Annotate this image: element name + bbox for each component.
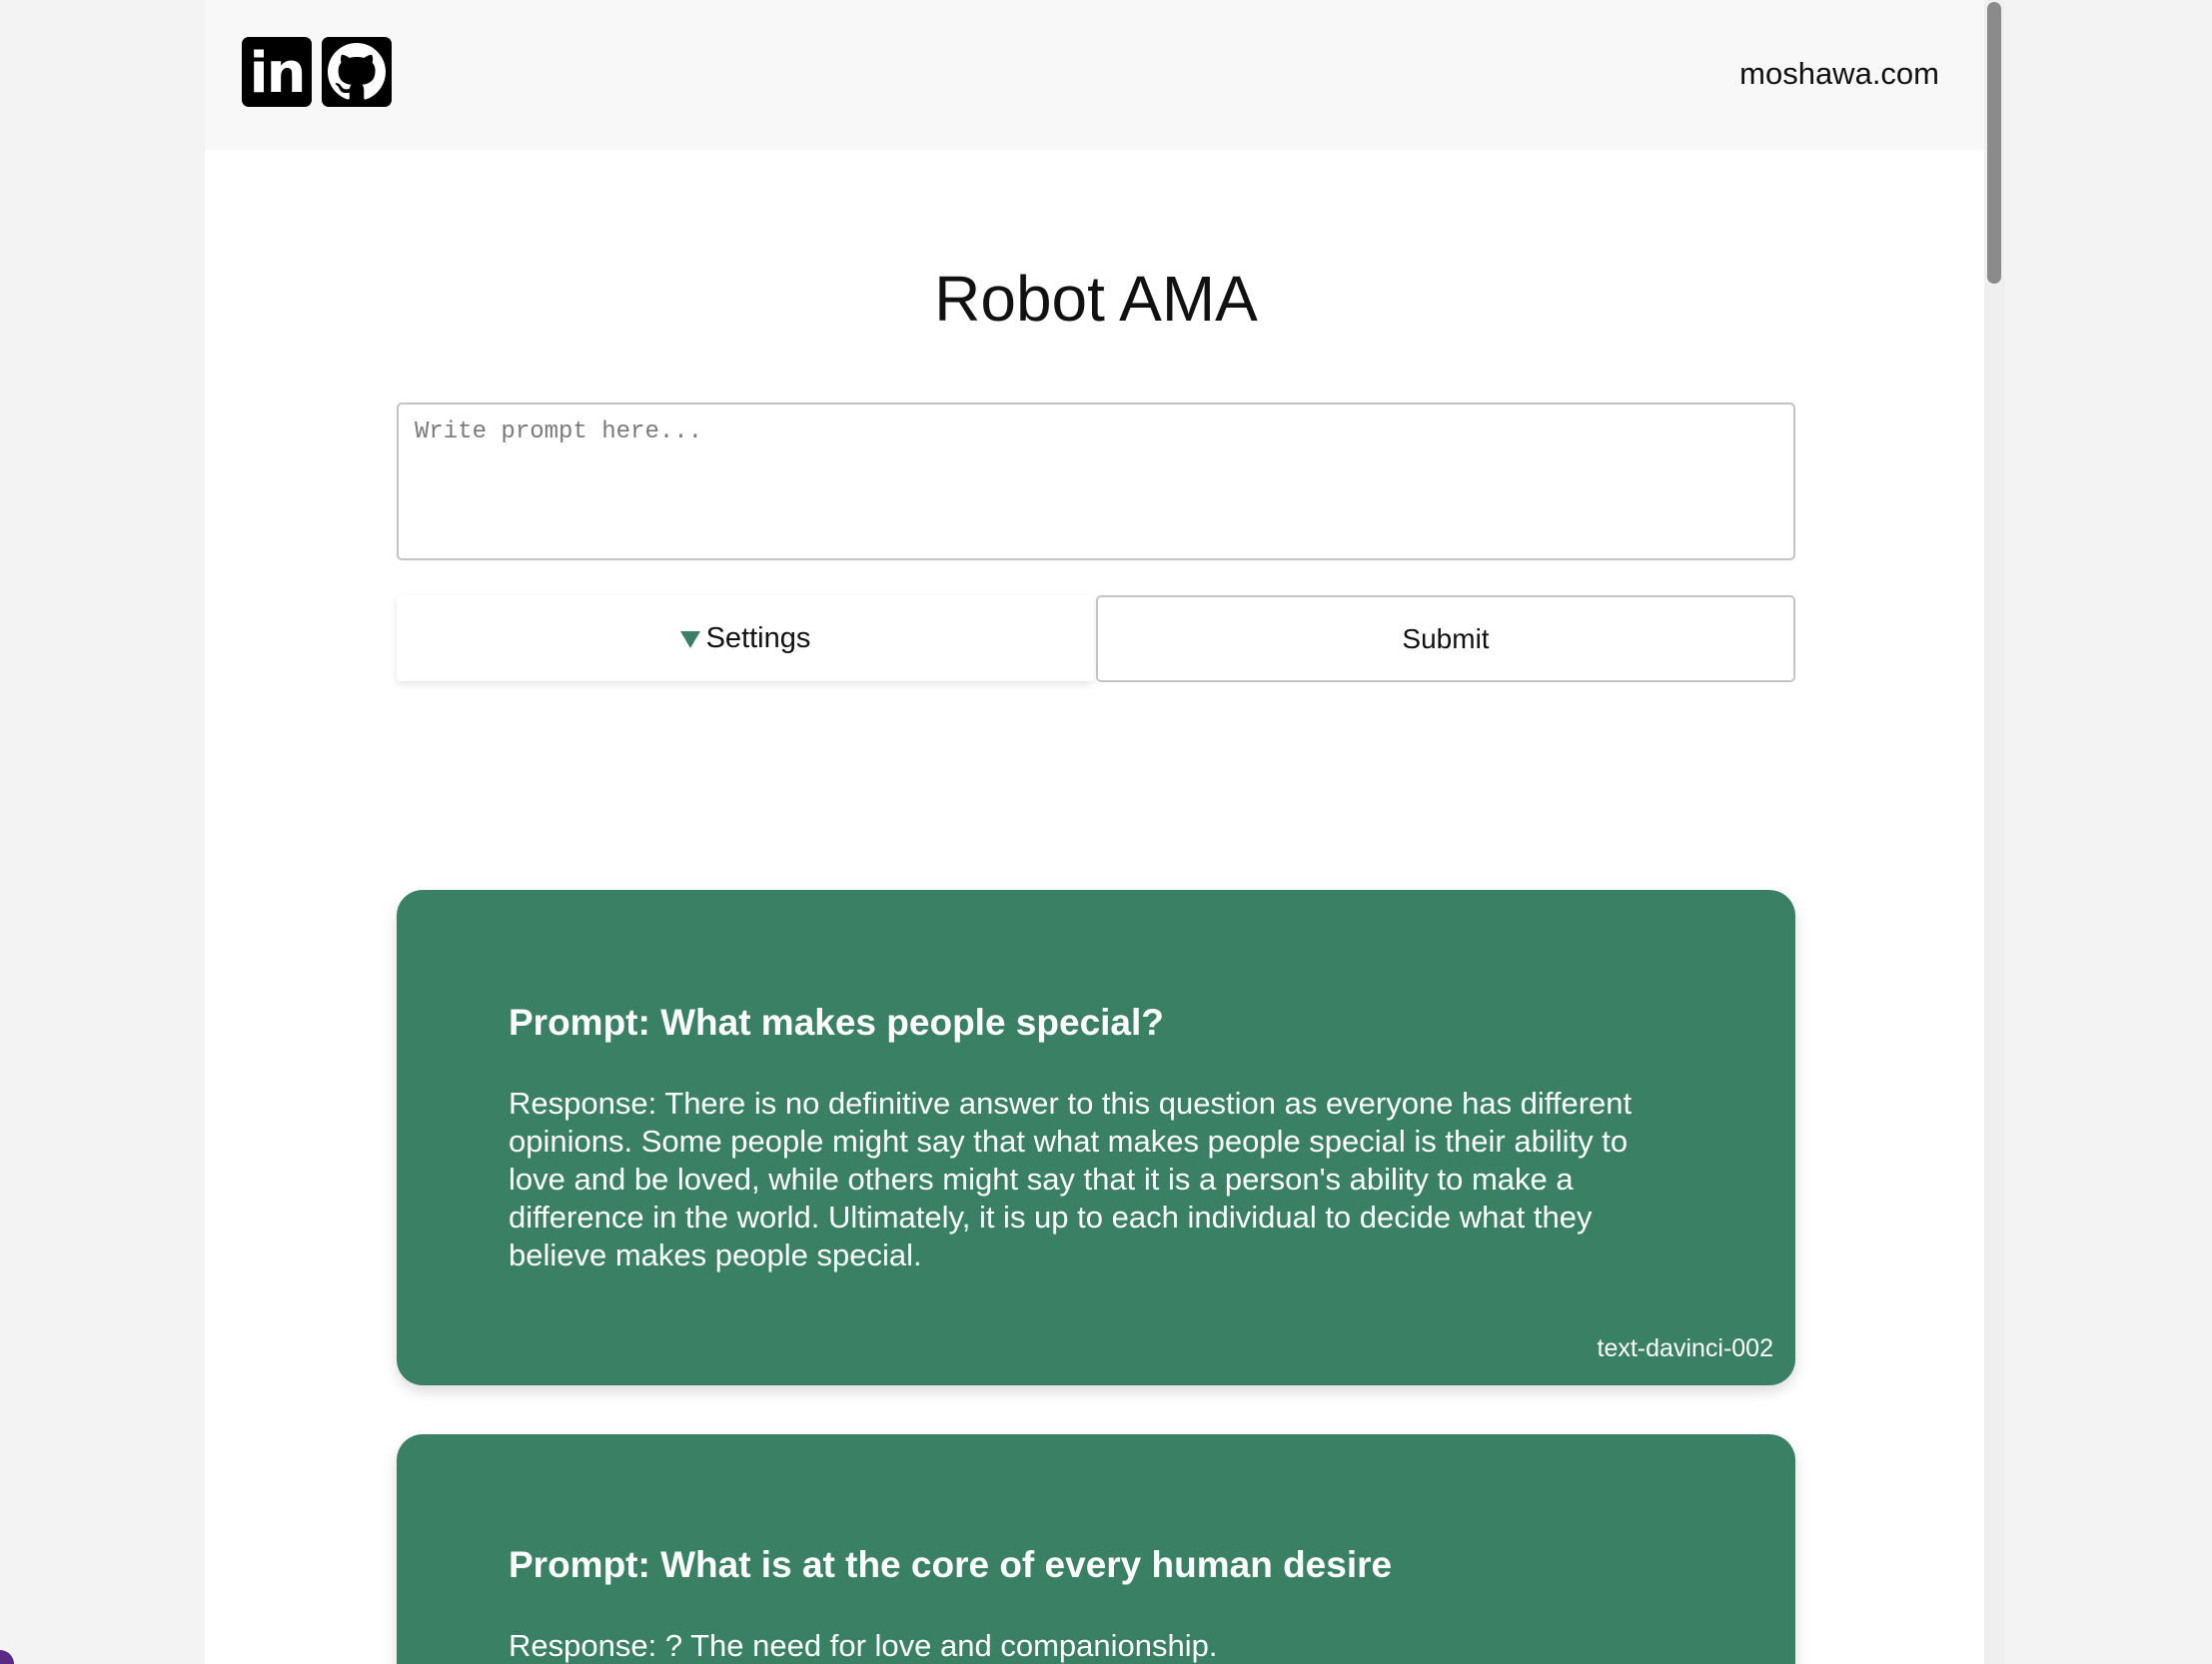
page-container: in moshawa.com Robot AMA Settings Submit… <box>205 0 1987 1664</box>
prompt-input[interactable] <box>397 403 1795 560</box>
site-link[interactable]: moshawa.com <box>1739 56 1939 92</box>
linkedin-icon[interactable]: in <box>242 37 312 107</box>
top-bar: in moshawa.com <box>205 0 1987 150</box>
github-icon[interactable] <box>322 37 392 107</box>
settings-label: Settings <box>705 621 811 654</box>
disclosure-triangle-icon <box>679 630 700 648</box>
card-response: Response: There is no definitive answer … <box>509 1086 1633 1272</box>
card-prompt: Prompt: What is at the core of every hum… <box>509 1544 1393 1585</box>
card-prompt: Prompt: What makes people special? <box>509 1002 1164 1043</box>
background-corner <box>0 1650 14 1664</box>
card-model-label: text-davinci-002 <box>1597 1334 1773 1362</box>
card-response: Response: ? The need for love and compan… <box>509 1628 1218 1663</box>
github-octocat-glyph <box>328 43 386 100</box>
response-card: Prompt: What is at the core of every hum… <box>397 1434 1795 1664</box>
submit-button[interactable]: Submit <box>1096 595 1795 682</box>
settings-toggle[interactable]: Settings <box>397 595 1094 681</box>
scrollbar-thumb[interactable] <box>1987 2 2001 284</box>
page-title: Robot AMA <box>934 263 1258 335</box>
response-card: Prompt: What makes people special? Respo… <box>397 890 1795 1385</box>
